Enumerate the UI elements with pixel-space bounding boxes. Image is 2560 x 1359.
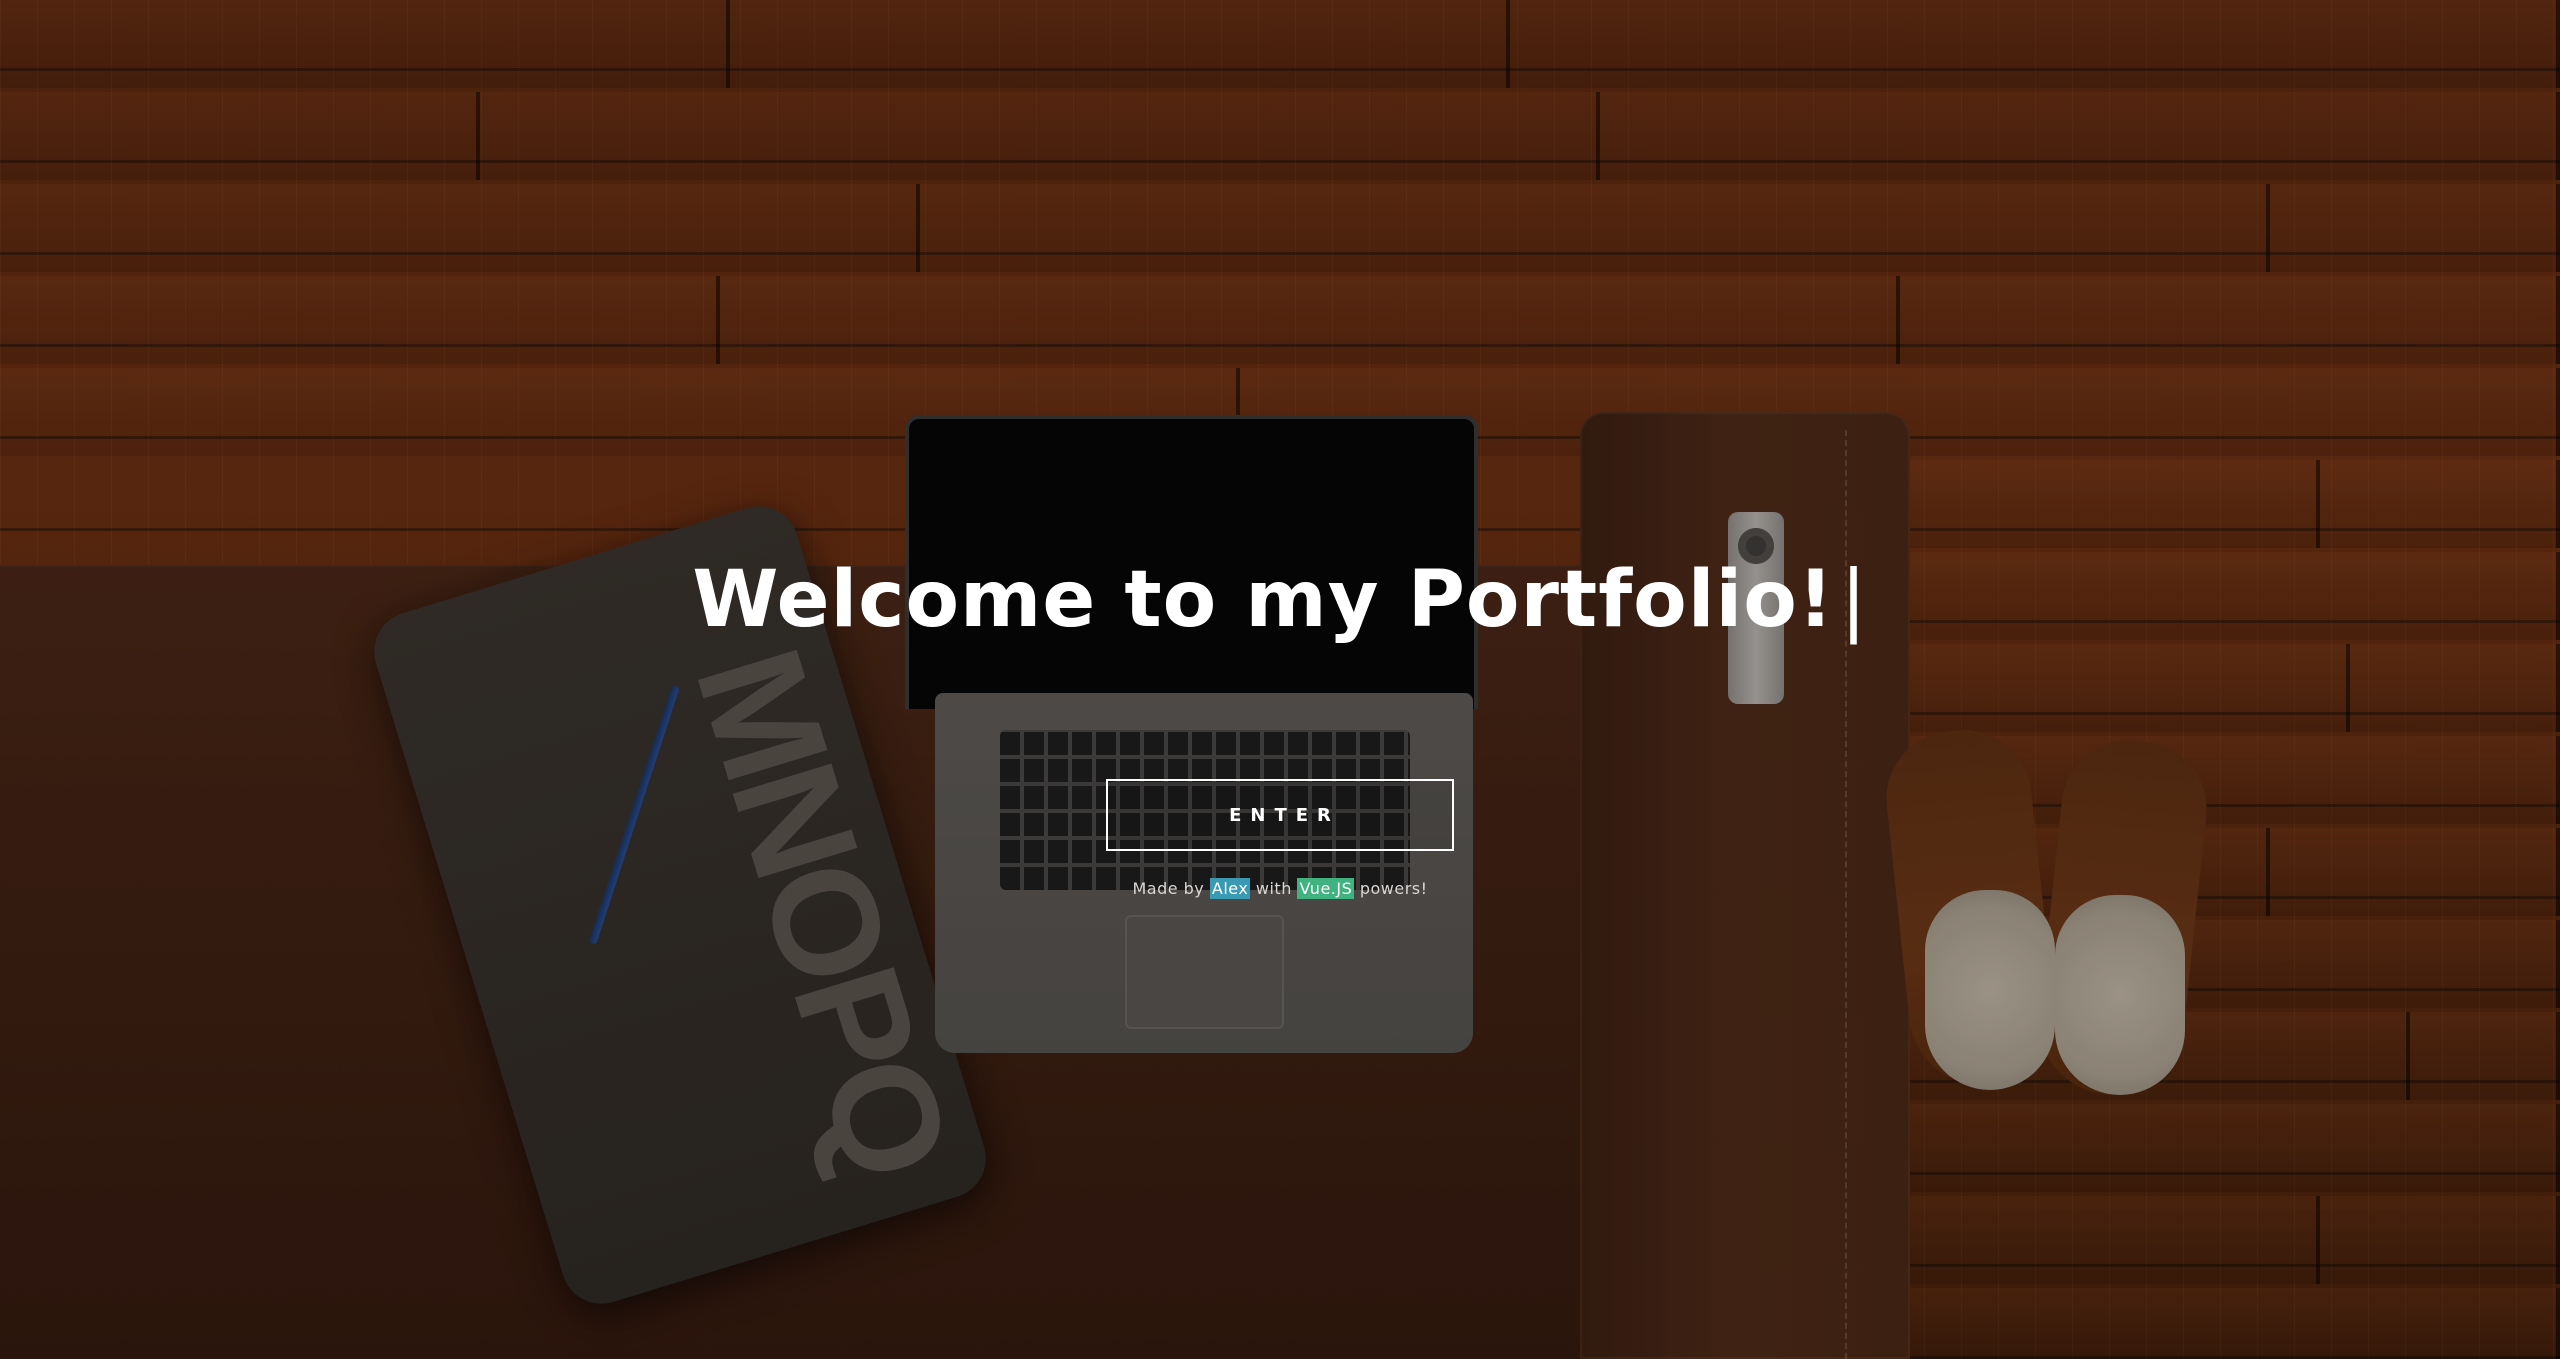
framework-name: Vue.JS (1297, 878, 1355, 899)
credit-line: Made by Alex with Vue.JS powers! (0, 876, 2560, 902)
credit-prefix: Made by (1132, 879, 1205, 898)
enter-button-label: ENTER (1229, 804, 1340, 826)
enter-button[interactable]: ENTER (1106, 779, 1454, 851)
typing-cursor: | (1840, 555, 1868, 645)
landing-page: ABCDE FGHIJKL MNOPQ Welcome to my Portfo… (0, 0, 2560, 1359)
hero-title: Welcome to my Portfolio!| (0, 540, 2560, 660)
hero-title-text: Welcome to my Portfolio! (692, 555, 1835, 645)
author-name: Alex (1209, 878, 1251, 899)
credit-middle: with (1255, 879, 1292, 898)
hero-section: Welcome to my Portfolio!| ENTER Made by … (0, 0, 2560, 1359)
credit-suffix: powers! (1359, 879, 1428, 898)
